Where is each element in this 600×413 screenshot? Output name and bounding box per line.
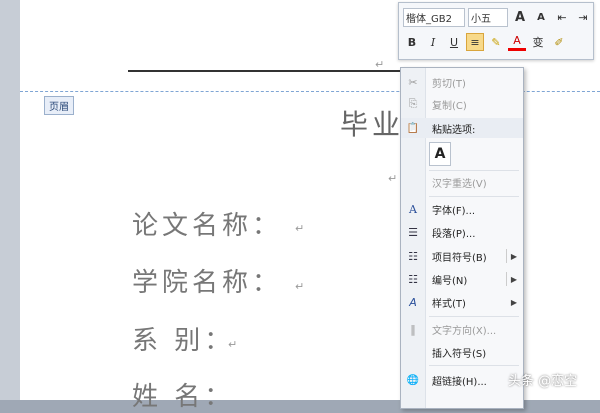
menu-item-label: 段落(P)... [432, 228, 476, 240]
chevron-right-icon: ▶ [510, 297, 517, 307]
menu-separator [429, 365, 519, 366]
font-color-button[interactable]: A [508, 33, 526, 51]
ruler-edge [0, 0, 20, 400]
menu-item-cut[interactable]: ✂ 剪切(T) [401, 72, 523, 92]
underline-button[interactable]: U [445, 33, 463, 51]
bold-button[interactable]: B [403, 33, 421, 51]
font-icon: A [409, 202, 417, 216]
menu-item-insert-symbol[interactable]: 插入符号(S) [401, 342, 523, 362]
menu-item-text-direction[interactable]: ‖ 文字方向(X)... [401, 319, 523, 339]
center-align-button[interactable]: ≡ [466, 33, 484, 51]
font-family-combo[interactable]: 楷体_GB2 [403, 8, 465, 27]
menu-item-label: 汉字重选(V) [432, 178, 487, 190]
italic-button[interactable]: I [424, 33, 442, 51]
header-tag[interactable]: 页眉 [44, 96, 74, 115]
menu-item-label: 样式(T) [432, 298, 466, 310]
copy-icon: ⎘ [408, 97, 418, 110]
numbering-icon: ☷ [408, 272, 418, 286]
paragraph-mark: ↵ [228, 338, 238, 351]
paragraph-mark: ↵ [388, 172, 398, 185]
name-label[interactable]: 姓 名： [132, 376, 234, 413]
watermark: 头条 @恋空 [508, 374, 578, 389]
phonetic-guide-button[interactable]: 变 [529, 33, 547, 51]
highlight-icon[interactable]: ✎ [487, 33, 505, 51]
menu-separator [429, 196, 519, 197]
menu-item-font[interactable]: A 字体(F)... [401, 199, 523, 219]
menu-item-paragraph[interactable]: ☰ 段落(P)... [401, 222, 523, 242]
menu-item-label: 字体(F)... [432, 205, 476, 217]
menu-item-hyperlink[interactable]: 🌐 超链接(H)... [401, 370, 523, 390]
menu-item-copy[interactable]: ⎘ 复制(C) [401, 94, 523, 114]
menu-item-label: 插入符号(S) [432, 348, 487, 360]
styles-icon: A [409, 295, 417, 309]
menu-item-label: 编号(N) [432, 275, 468, 287]
paste-icon: 📋 [406, 122, 420, 134]
menu-item-label: 文字方向(X)... [432, 325, 497, 337]
paragraph-mark: ↵ [375, 58, 385, 71]
department-label[interactable]: 系 别： [132, 320, 234, 357]
menu-item-reconvert[interactable]: 汉字重选(V) [401, 172, 523, 192]
menu-item-paste-options: 📋 粘贴选项: [401, 118, 523, 138]
hyperlink-icon: 🌐 [406, 374, 420, 386]
menu-item-bullets[interactable]: ☷ 项目符号(B) ▶ [401, 246, 523, 266]
paragraph-mark: ↵ [295, 280, 305, 293]
menu-item-numbering[interactable]: ☷ 编号(N) ▶ [401, 269, 523, 289]
college-name-label[interactable]: 学院名称： [132, 262, 282, 299]
bullets-icon: ☷ [408, 249, 418, 263]
paragraph-icon: ☰ [408, 225, 418, 239]
menu-item-label: 粘贴选项: [432, 124, 476, 136]
menu-separator [429, 316, 519, 317]
thesis-name-label[interactable]: 论文名称： [132, 205, 282, 242]
paste-keep-text-only-button[interactable]: A [429, 142, 451, 166]
menu-item-styles[interactable]: A 样式(T) ▶ [401, 292, 523, 312]
submenu-divider [506, 249, 507, 263]
text-direction-icon: ‖ [410, 322, 416, 336]
menu-item-label: 项目符号(B) [432, 252, 487, 264]
grow-font-button[interactable]: A [511, 9, 529, 27]
submenu-divider [506, 272, 507, 286]
scissors-icon: ✂ [408, 75, 418, 89]
shrink-font-button[interactable]: A [532, 9, 550, 27]
chevron-right-icon: ▶ [510, 274, 517, 284]
context-menu: ✂ 剪切(T) ⎘ 复制(C) 📋 粘贴选项: A 汉字重选(V) A 字体(F… [400, 67, 524, 409]
menu-item-label: 剪切(T) [432, 78, 466, 90]
menu-item-label: 超链接(H)... [432, 376, 487, 388]
chevron-right-icon: ▶ [510, 251, 517, 261]
increase-indent-button[interactable]: ⇥ [574, 9, 592, 27]
menu-separator [429, 170, 519, 171]
format-painter-icon[interactable]: ✐ [550, 33, 568, 51]
font-size-combo[interactable]: 小五 [468, 8, 508, 27]
menu-item-label: 复制(C) [432, 100, 467, 112]
mini-toolbar: 楷体_GB2 小五 A A ⇤ ⇥ B I U ≡ ✎ A 变 ✐ [398, 2, 594, 60]
decrease-indent-button[interactable]: ⇤ [553, 9, 571, 27]
paragraph-mark: ↵ [295, 222, 305, 235]
